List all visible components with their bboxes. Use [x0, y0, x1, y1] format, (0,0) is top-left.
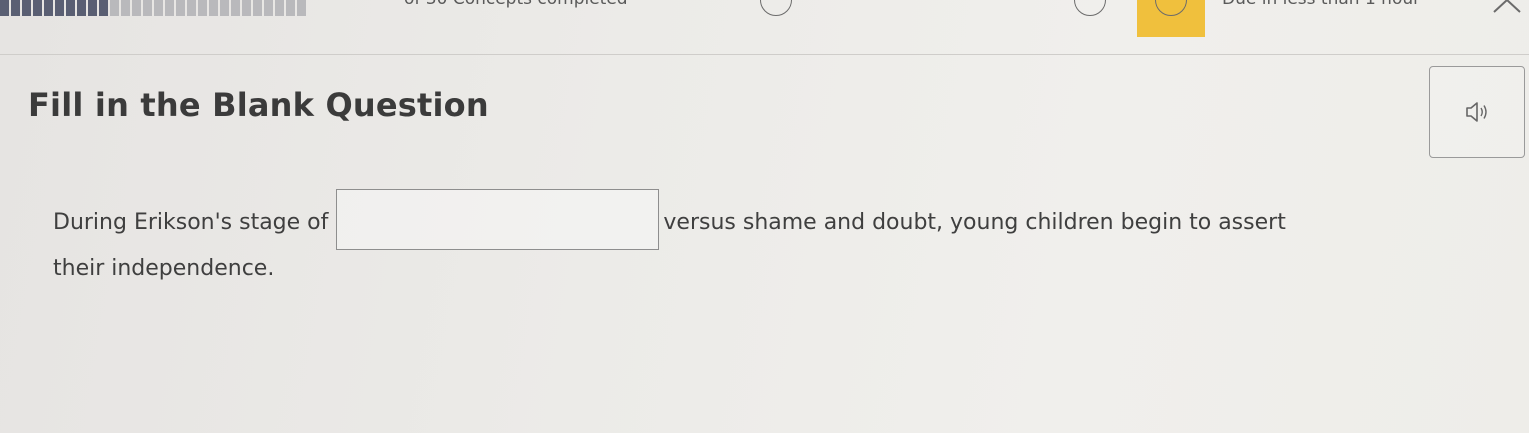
info-button[interactable] — [1074, 0, 1106, 16]
progress-segment — [55, 0, 64, 16]
progress-segment — [88, 0, 97, 16]
progress-segment — [99, 0, 108, 16]
question-text-after: versus shame and doubt, young children b… — [663, 210, 1286, 235]
question-type-title: Fill in the Blank Question — [28, 86, 489, 124]
progress-segment — [154, 0, 163, 16]
progress-segment — [11, 0, 20, 16]
question-body: During Erikson's stage of versus shame an… — [53, 188, 1503, 283]
progress-segment — [297, 0, 306, 16]
progress-segment — [220, 0, 229, 16]
top-status-bar: of 30 Concepts completed Due in less tha… — [0, 0, 1529, 55]
progress-segment — [132, 0, 141, 16]
progress-segment — [110, 0, 119, 16]
progress-segment — [44, 0, 53, 16]
question-text-line2: their independence. — [53, 256, 275, 281]
speaker-icon — [1466, 102, 1487, 122]
progress-segment — [231, 0, 240, 16]
progress-segment — [253, 0, 262, 16]
progress-segment — [77, 0, 86, 16]
progress-segment — [176, 0, 185, 16]
progress-segment — [286, 0, 295, 16]
read-aloud-button[interactable] — [1429, 66, 1525, 158]
flag-button[interactable] — [1155, 0, 1187, 16]
progress-segment — [198, 0, 207, 16]
chevron-up-icon[interactable] — [1492, 0, 1522, 14]
concept-progress-bar — [0, 0, 306, 16]
progress-segment — [22, 0, 31, 16]
due-date-text: Due in less than 1 hour — [1222, 0, 1420, 9]
help-button[interactable] — [760, 0, 792, 16]
progress-segment — [209, 0, 218, 16]
answer-blank-input[interactable] — [336, 188, 660, 250]
progress-segment — [143, 0, 152, 16]
progress-segment — [275, 0, 284, 16]
progress-segment — [33, 0, 42, 16]
progress-segment — [242, 0, 251, 16]
progress-segment — [0, 0, 9, 16]
progress-segment — [121, 0, 130, 16]
progress-segment — [66, 0, 75, 16]
question-text-before: During Erikson's stage of — [53, 210, 329, 235]
flag-container — [1137, 0, 1205, 37]
concepts-completed-text: of 30 Concepts completed — [404, 0, 628, 9]
progress-segment — [187, 0, 196, 16]
progress-segment — [264, 0, 273, 16]
progress-segment — [165, 0, 174, 16]
